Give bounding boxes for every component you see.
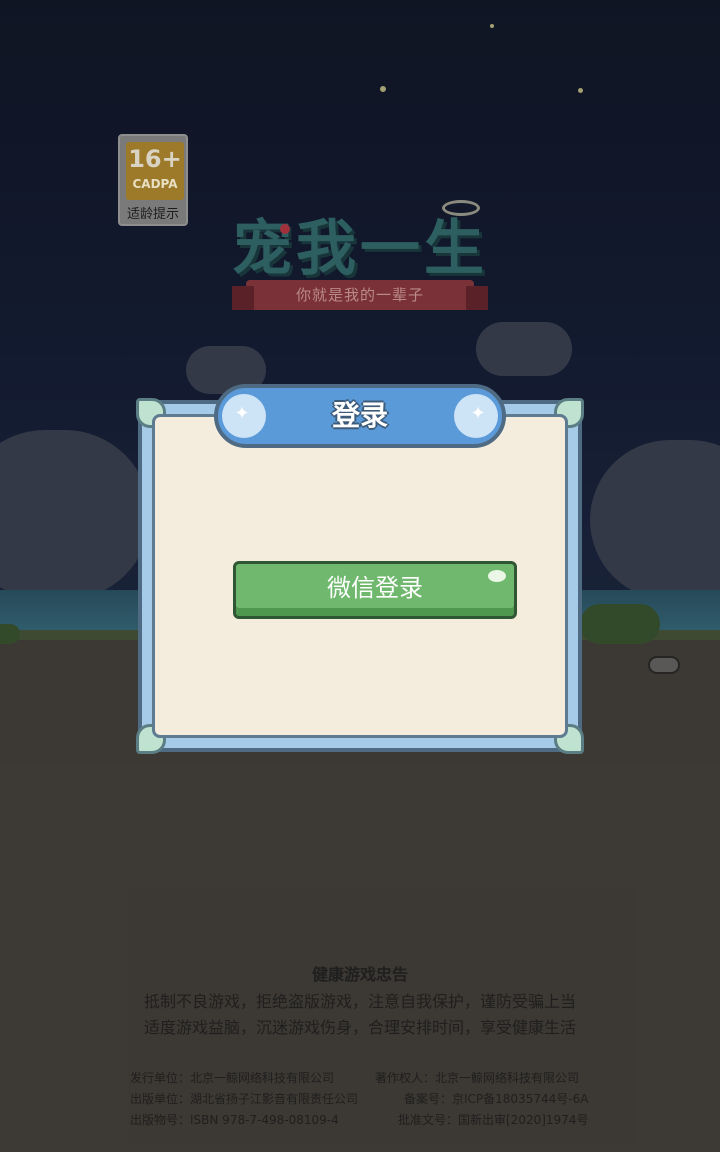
age-rating-org: CADPA xyxy=(132,177,178,191)
age-rating-badge[interactable]: 16+ CADPA 适龄提示 xyxy=(118,134,188,226)
logo-ribbon-subtitle: 你就是我的一辈子 xyxy=(232,280,488,310)
publisher-info: 发行单位：北京一鲸网络科技有限公司 xyxy=(130,1071,335,1085)
dialog-title: 登录 xyxy=(331,399,388,432)
age-rating-icon: 16+ CADPA xyxy=(126,142,184,200)
login-dialog: 微信登录 ✦ ✦ 登录 xyxy=(136,384,584,754)
health-notice-line: 抵制不良游戏，拒绝盗版游戏，注意自我保护，谨防受骗上当 xyxy=(143,992,576,1011)
health-notice-title: 健康游戏忠告 xyxy=(311,965,408,984)
wechat-login-button[interactable]: 微信登录 xyxy=(233,561,517,619)
publication-number-info: 出版物号：ISBN 978-7-498-08109-4 xyxy=(130,1113,339,1127)
game-login-screen: 16+ CADPA 适龄提示 宠我一生 你就是我的一辈子 微信登录 ✦ ✦ 登录 xyxy=(0,0,720,1152)
approval-number-info: 批准文号：国新出审[2020]1974号 xyxy=(398,1113,589,1127)
age-rating-number: 16+ xyxy=(128,145,182,173)
logo-title: 宠我一生 xyxy=(232,214,488,284)
game-logo: 宠我一生 你就是我的一辈子 xyxy=(230,196,490,336)
login-dialog-panel: 微信登录 xyxy=(152,414,568,738)
wechat-login-label: 微信登录 xyxy=(327,574,423,602)
publishing-unit-info: 出版单位：湖北省扬子江影音有限责任公司 xyxy=(130,1092,359,1106)
dialog-title-plate: ✦ ✦ 登录 xyxy=(214,384,506,448)
record-number-info: 备案号：京ICP备18035744号-6A xyxy=(404,1092,589,1106)
button-shine-icon xyxy=(488,570,506,582)
age-rating-label: 适龄提示 xyxy=(126,207,179,222)
heart-icon xyxy=(280,224,290,234)
health-notice-line: 适度游戏益脑，沉迷游戏伤身，合理安排时间，享受健康生活 xyxy=(143,1018,576,1037)
copyright-holder-info: 著作权人：北京一鲸网络科技有限公司 xyxy=(375,1071,580,1085)
